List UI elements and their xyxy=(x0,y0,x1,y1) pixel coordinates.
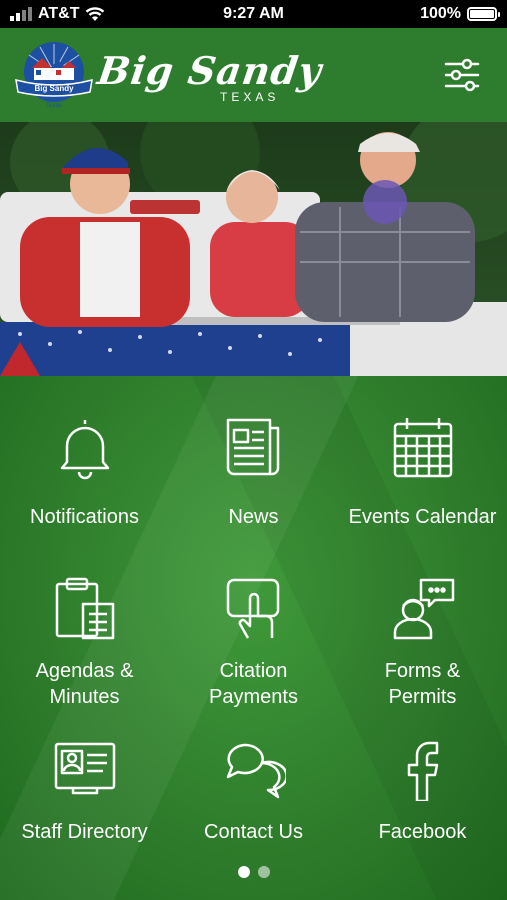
tile-label: Events Calendar xyxy=(348,506,497,528)
touch-payment-icon xyxy=(226,578,279,639)
tile-staff-directory[interactable]: Staff Directory xyxy=(0,741,169,845)
menu-grid: Notifications News Events Calendar Agend… xyxy=(0,376,507,900)
tile-label: Facebook xyxy=(378,821,467,843)
app-header: Big Sandy Texas Big Sandy TEXAS xyxy=(0,28,507,122)
city-logo[interactable]: Big Sandy Texas xyxy=(12,38,96,112)
brand-subtitle: TEXAS xyxy=(220,90,280,104)
tile-facebook[interactable]: Facebook xyxy=(338,741,507,845)
tile-label: Agendas & Minutes xyxy=(35,660,134,708)
hero-photo xyxy=(0,122,507,376)
id-card-icon xyxy=(54,742,115,795)
tile-label: Forms & Permits xyxy=(384,660,461,708)
tile-label: Staff Directory xyxy=(21,821,148,843)
page-dot-2[interactable] xyxy=(257,866,270,878)
battery-icon xyxy=(467,7,500,21)
newspaper-icon xyxy=(226,418,279,476)
logo-subtext: Texas xyxy=(46,103,62,109)
tile-events-calendar[interactable]: Events Calendar xyxy=(338,416,507,530)
tile-contact-us[interactable]: Contact Us xyxy=(169,741,338,845)
brand-wordmark: Big Sandy TEXAS xyxy=(95,48,325,108)
tile-label: Notifications xyxy=(30,506,139,528)
status-bar: AT&T 9:27 AM 100% xyxy=(0,0,507,28)
page-dot-1[interactable] xyxy=(237,866,250,878)
chat-bubbles-icon xyxy=(226,743,286,799)
logo-text: Big Sandy xyxy=(34,84,74,93)
tile-citation-payments[interactable]: Citation Payments xyxy=(169,576,338,710)
clipboard-icon xyxy=(55,577,114,640)
bell-icon xyxy=(60,420,109,480)
tile-label: Contact Us xyxy=(204,821,303,843)
tile-forms-permits[interactable]: Forms & Permits xyxy=(338,576,507,710)
tile-agendas-minutes[interactable]: Agendas & Minutes xyxy=(0,576,169,710)
status-right: 100% xyxy=(420,5,500,23)
tile-label: Citation Payments xyxy=(209,660,298,708)
page-indicator[interactable] xyxy=(0,866,507,878)
tile-news[interactable]: News xyxy=(169,416,338,530)
battery-percent: 100% xyxy=(420,5,461,22)
tile-notifications[interactable]: Notifications xyxy=(0,416,169,530)
calendar-icon xyxy=(393,418,452,478)
brand-name: Big Sandy xyxy=(94,48,325,93)
facebook-icon xyxy=(407,741,438,801)
menu-sliders-icon[interactable] xyxy=(443,58,481,92)
tile-label: News xyxy=(228,506,279,528)
person-chat-icon xyxy=(393,578,454,640)
